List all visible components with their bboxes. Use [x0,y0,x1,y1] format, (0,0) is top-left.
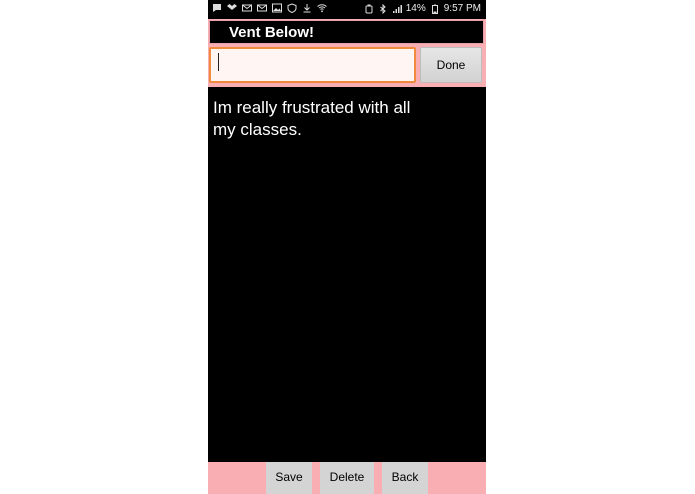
vent-entry-text: Im really frustrated with all my classes… [213,98,411,139]
save-button[interactable]: Save [266,462,312,494]
signal-icon [392,4,402,14]
image-icon [272,3,282,13]
message-icon [212,3,222,13]
back-button[interactable]: Back [382,462,428,494]
dropbox-icon [227,3,237,13]
notification-icons [212,3,327,14]
delete-button[interactable]: Delete [320,462,374,494]
shield-wifi-icon [287,3,297,14]
mail-icon [257,3,267,13]
bluetooth-icon [378,3,388,15]
title-bar: Vent Below! [209,20,484,44]
status-bar: 14% 9:57 PM [208,0,486,19]
download-icon [302,3,312,13]
alarm-icon [364,4,374,14]
battery-percent: 14% [405,3,426,14]
text-cursor [218,53,219,71]
page-title: Vent Below! [229,24,315,41]
vent-input[interactable] [209,47,416,83]
app-screen: 14% 9:57 PM Vent Below! Done Im really f… [208,0,486,494]
system-icons: 14% 9:57 PM [364,3,481,15]
mail-icon [242,3,252,13]
done-button[interactable]: Done [420,47,482,83]
wifi-icon [317,3,327,13]
battery-icon [430,4,440,14]
clock: 9:57 PM [443,3,481,14]
